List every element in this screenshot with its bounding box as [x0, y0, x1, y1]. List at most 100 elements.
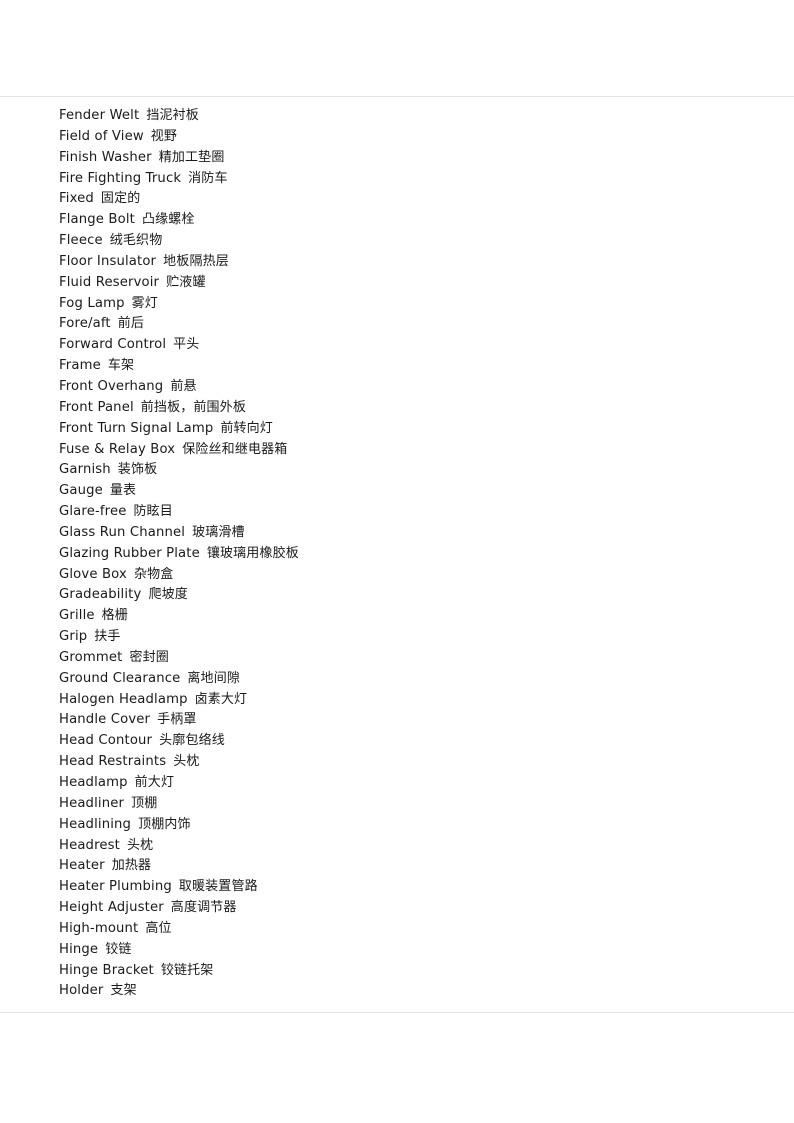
glossary-entry: Fender Welt 挡泥衬板 [59, 106, 774, 127]
glossary-entry: Height Adjuster 高度调节器 [59, 898, 774, 919]
glossary-term-chinese: 顶棚内饰 [138, 816, 191, 832]
glossary-term-english: Holder [59, 983, 104, 999]
glossary-term-english: Gradeability [59, 587, 142, 603]
glossary-term-chinese: 爬坡度 [148, 587, 188, 603]
glossary-term-chinese: 高位 [145, 920, 172, 936]
glossary-term-english: Headlining [59, 816, 132, 832]
glossary-entry: Glove Box 杂物盒 [59, 565, 774, 586]
glossary-term-chinese: 取暖装置管路 [178, 879, 258, 895]
glossary-term-chinese: 平头 [173, 337, 200, 353]
glossary-term-english: Front Panel [59, 399, 134, 415]
glossary-entry: Heater 加热器 [59, 856, 774, 877]
glossary-term-chinese: 头枕 [126, 837, 154, 853]
glossary-term-chinese: 铰链 [105, 941, 132, 957]
glossary-entry: Heater Plumbing 取暖装置管路 [59, 877, 774, 898]
glossary-entry: Gauge 量表 [59, 481, 774, 502]
glossary-term-english: Gauge [59, 483, 103, 499]
glossary-term-english: Flange Bolt [59, 212, 135, 228]
glossary-term-chinese: 加热器 [111, 858, 152, 874]
glossary-entry: Gradeability 爬坡度 [59, 585, 774, 606]
glossary-entry: Grommet 密封圈 [59, 648, 774, 669]
glossary-term-english: Halogen Headlamp [59, 691, 188, 707]
glossary-term-chinese: 头枕 [173, 754, 200, 770]
glossary-entry: Headlamp 前大灯 [59, 773, 774, 794]
glossary-entry: Grip 扶手 [59, 627, 774, 648]
glossary-term-english: Floor Insulator [59, 253, 157, 269]
glossary-term-english: Fire Fighting Truck [59, 170, 182, 186]
glossary-term-chinese: 贮液罐 [166, 274, 206, 290]
glossary-term-chinese: 挡泥衬板 [146, 108, 199, 123]
glossary-entry: Finish Washer 精加工垫圈 [59, 148, 774, 169]
glossary-term-chinese: 卤素大灯 [194, 691, 248, 707]
glossary-term-english: Fuse & Relay Box [59, 441, 176, 457]
glossary-term-chinese: 装饰板 [117, 462, 158, 478]
glossary-term-english: Head Contour [59, 733, 153, 749]
glossary-entry: Hinge 铰链 [59, 940, 774, 961]
glossary-term-english: Height Adjuster [59, 900, 164, 916]
glossary-term-chinese: 雾灯 [131, 295, 158, 311]
page-content: Fender Welt 挡泥衬板 Field of View 视野 Finish Was… [0, 97, 794, 1002]
glossary-term-chinese: 前转向灯 [220, 420, 273, 436]
glossary-term-english: Garnish [59, 462, 111, 478]
page-header-area [0, 0, 794, 96]
glossary-term-english: Front Turn Signal Lamp [59, 420, 214, 436]
glossary-entry: Hinge Bracket 铰链托架 [59, 961, 774, 982]
glossary-term-english: Grille [59, 608, 95, 624]
glossary-entry: Forward Control 平头 [59, 335, 774, 356]
glossary-entry: Flange Bolt 凸缘螺栓 [59, 210, 774, 231]
glossary-entry: Floor Insulator 地板隔热层 [59, 252, 774, 273]
glossary-term-english: Handle Cover [59, 712, 151, 728]
glossary-term-chinese: 支架 [110, 983, 137, 999]
glossary-list: Fender Welt 挡泥衬板 Field of View 视野 Finish Was… [59, 106, 774, 1002]
glossary-term-chinese: 绒毛织物 [109, 233, 163, 249]
glossary-term-english: Fixed [59, 191, 94, 207]
glossary-term-chinese: 防眩目 [133, 504, 173, 520]
glossary-entry: Head Contour 头廓包络线 [59, 731, 774, 752]
glossary-entry: Garnish 装饰板 [59, 460, 774, 481]
glossary-term-chinese: 铰链托架 [160, 962, 214, 978]
glossary-term-english: Ground Clearance [59, 670, 181, 686]
glossary-term-english: High-mount [59, 920, 139, 936]
glossary-entry: Glass Run Channel 玻璃滑槽 [59, 523, 774, 544]
glossary-term-english: Fog Lamp [59, 295, 125, 311]
glossary-term-chinese: 杂物盒 [133, 566, 174, 582]
glossary-term-chinese: 高度调节器 [170, 900, 237, 916]
glossary-term-chinese: 前悬 [170, 378, 197, 394]
glossary-entry: Fuse & Relay Box 保险丝和继电器箱 [59, 440, 774, 461]
glossary-entry: Holder 支架 [59, 981, 774, 1002]
glossary-entry: Front Panel 前挡板，前围外板 [59, 398, 774, 419]
glossary-entry: Headrest 头枕 [59, 836, 774, 857]
glossary-entry: Front Turn Signal Lamp 前转向灯 [59, 419, 774, 440]
glossary-term-chinese: 格栅 [101, 608, 128, 624]
glossary-term-english: Headliner [59, 795, 125, 811]
glossary-term-chinese: 头廓包络线 [159, 733, 225, 749]
glossary-entry: Glazing Rubber Plate 镶玻璃用橡胶板 [59, 544, 774, 565]
glossary-term-chinese: 保险丝和继电器箱 [182, 441, 288, 457]
glossary-term-english: Hinge [59, 941, 99, 957]
glossary-term-chinese: 前大灯 [134, 775, 175, 790]
glossary-term-chinese: 顶棚 [131, 795, 158, 811]
glossary-term-chinese: 前挡板，前围外板 [140, 399, 246, 415]
glossary-term-english: Fore/aft [59, 316, 111, 332]
glossary-term-chinese: 前后 [117, 316, 145, 332]
glossary-term-english: Fender Welt [59, 108, 140, 123]
glossary-term-chinese: 精加工垫圈 [158, 149, 225, 165]
glossary-term-english: Heater [59, 858, 105, 874]
glossary-entry: High-mount 高位 [59, 919, 774, 940]
glossary-entry: Fixed 固定的 [59, 189, 774, 210]
glossary-term-english: Glove Box [59, 566, 127, 582]
glossary-term-chinese: 地板隔热层 [163, 253, 229, 269]
glossary-term-chinese: 车架 [107, 358, 135, 374]
glossary-entry: Fog Lamp 雾灯 [59, 294, 774, 315]
glossary-term-chinese: 玻璃滑槽 [192, 524, 245, 540]
document-page: Fender Welt 挡泥衬板 Field of View 视野 Finish Was… [0, 0, 794, 1123]
glossary-term-chinese: 离地间隙 [187, 670, 240, 686]
glossary-term-english: Fleece [59, 233, 103, 249]
glossary-term-chinese: 视野 [150, 128, 178, 144]
glossary-entry: Frame 车架 [59, 356, 774, 377]
glossary-term-english: Headlamp [59, 775, 128, 790]
glossary-entry: Handle Cover 手柄罩 [59, 710, 774, 731]
glossary-entry: Grille 格栅 [59, 606, 774, 627]
glossary-term-english: Finish Washer [59, 149, 152, 165]
footer-divider-rule [0, 1012, 794, 1013]
